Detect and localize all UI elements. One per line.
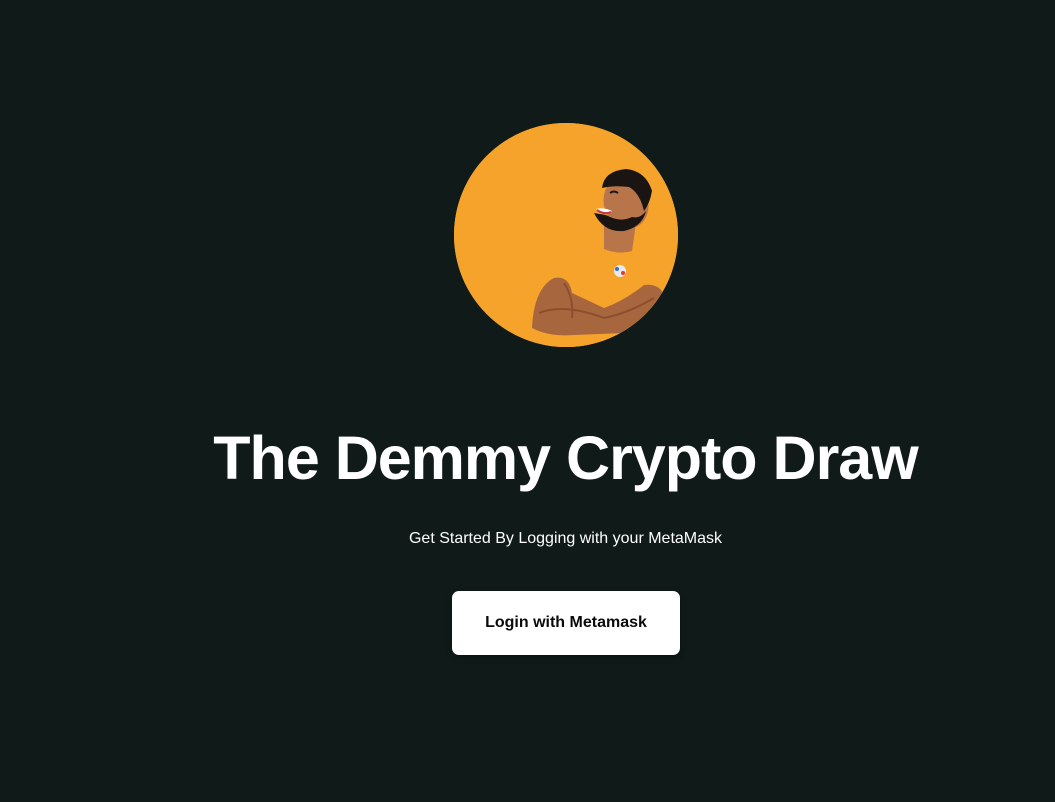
page-subtitle: Get Started By Logging with your MetaMas…	[408, 530, 723, 547]
avatar	[454, 123, 678, 347]
login-with-metamask-button[interactable]: Login with Metamask	[452, 591, 680, 655]
login-page: The Demmy Crypto Draw Get Started By Log…	[0, 0, 1055, 802]
bearded-man-illustration-icon	[454, 123, 678, 347]
page-title: The Demmy Crypto Draw	[213, 424, 918, 492]
